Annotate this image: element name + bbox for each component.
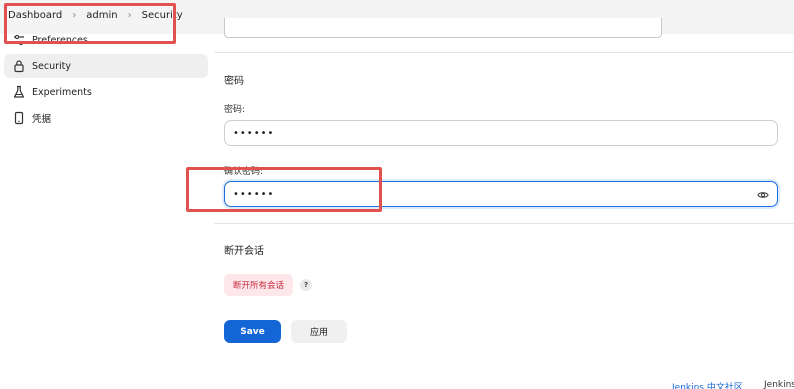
divider xyxy=(214,223,794,224)
help-icon[interactable]: ? xyxy=(300,279,312,291)
confirm-password-value: •••••• xyxy=(233,188,275,200)
sidebar-item-preferences[interactable]: Preferences xyxy=(4,28,208,52)
breadcrumb-admin[interactable]: admin xyxy=(86,10,117,21)
save-button[interactable]: Save xyxy=(224,320,281,343)
breadcrumb-dashboard[interactable]: Dashboard xyxy=(8,10,62,21)
phone-icon xyxy=(14,111,24,125)
password-section-title: 密码 xyxy=(224,76,244,87)
sidebar-item-experiments[interactable]: Experiments xyxy=(4,80,208,104)
sidebar: Preferences Security Experiments 凭据 xyxy=(0,26,214,132)
breadcrumb-security[interactable]: Security xyxy=(142,10,183,21)
password-value: •••••• xyxy=(233,127,275,139)
sliders-icon xyxy=(14,34,24,46)
chevron-right-icon: › xyxy=(72,10,77,21)
password-label: 密码: xyxy=(224,105,246,115)
lock-icon xyxy=(14,60,24,73)
confirm-password-input[interactable]: •••••• xyxy=(224,181,778,207)
password-input[interactable]: •••••• xyxy=(224,120,778,146)
sidebar-item-security[interactable]: Security xyxy=(4,54,208,78)
sidebar-item-label: Preferences xyxy=(32,34,88,46)
previous-field-input[interactable] xyxy=(224,18,662,38)
chevron-right-icon: › xyxy=(127,10,132,21)
main-content: 密码 密码: •••••• 确认密码: •••••• 断开会话 断开所有会话 ?… xyxy=(214,0,794,389)
flask-icon xyxy=(13,85,25,98)
sidebar-item-label: Security xyxy=(32,60,72,72)
breadcrumb: Dashboard › admin › Security xyxy=(8,10,183,21)
terminate-all-sessions-button[interactable]: 断开所有会话 xyxy=(224,274,294,296)
sessions-section-title: 断开会话 xyxy=(224,246,264,257)
divider xyxy=(214,52,794,53)
apply-button[interactable]: 应用 xyxy=(291,320,347,343)
sidebar-item-label: Experiments xyxy=(32,86,92,98)
sidebar-item-credentials[interactable]: 凭据 xyxy=(4,106,208,130)
eye-icon[interactable] xyxy=(757,189,769,201)
confirm-password-label: 确认密码: xyxy=(224,167,264,177)
footer-community-link[interactable]: Jenkins 中文社区 xyxy=(672,380,743,389)
sidebar-item-label: 凭据 xyxy=(32,114,52,125)
footer-version[interactable]: Jenkins xyxy=(764,380,794,389)
